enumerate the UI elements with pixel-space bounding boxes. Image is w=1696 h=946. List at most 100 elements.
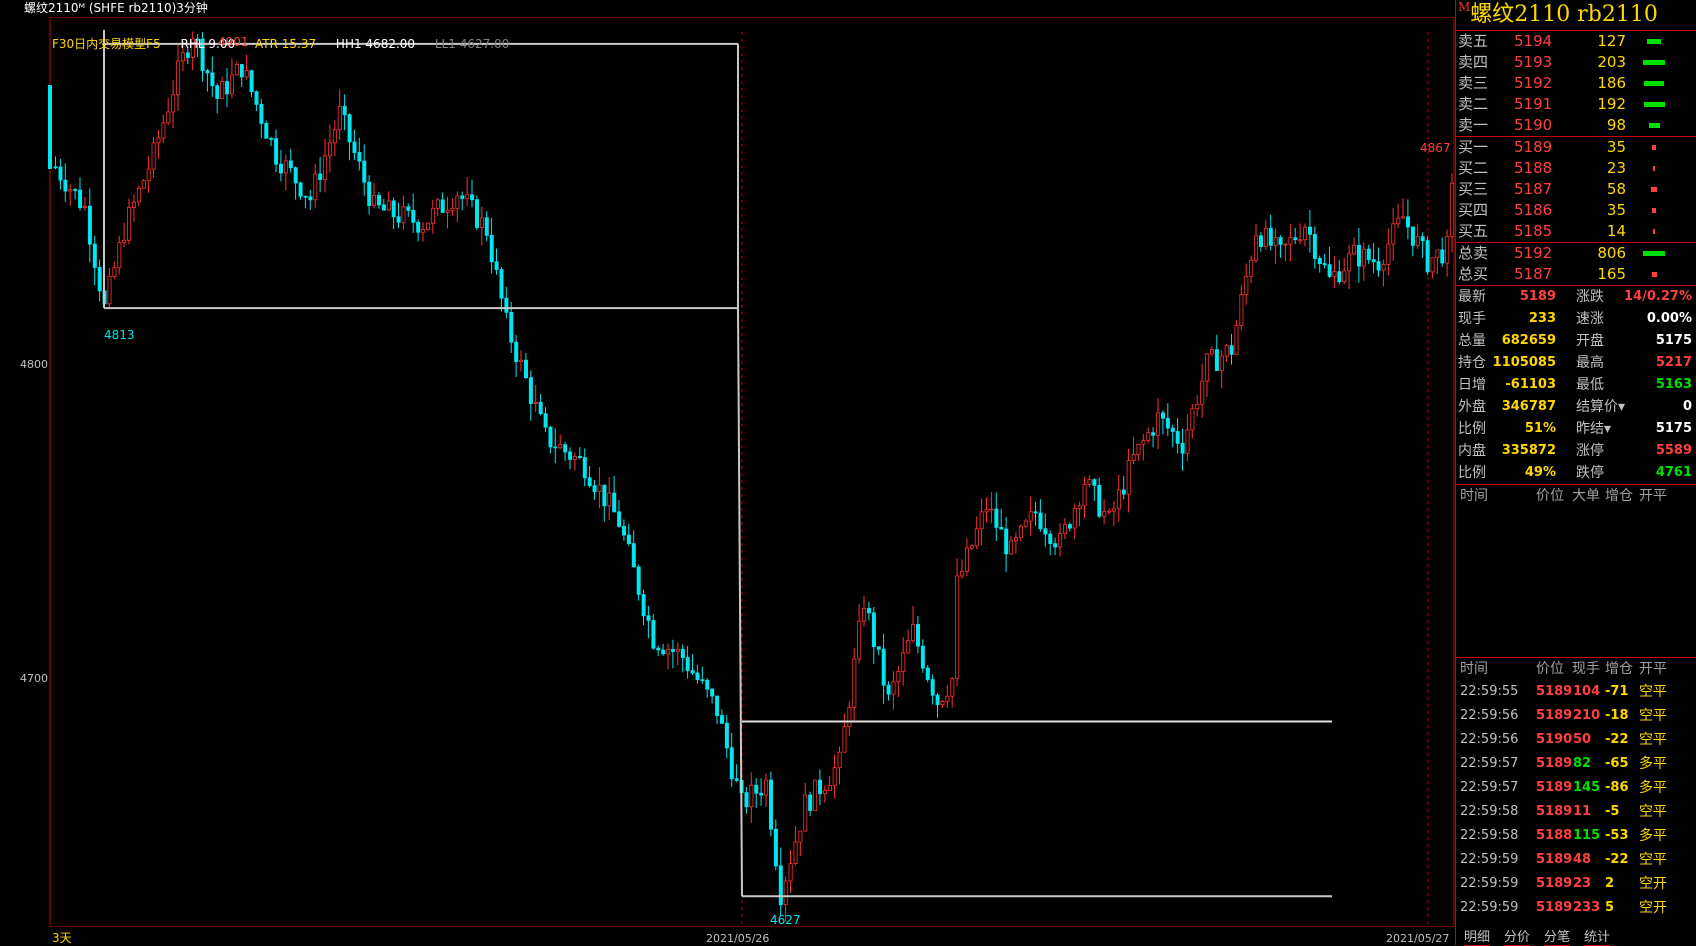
stat-label: 最新 [1458,289,1486,305]
high-annotation: 4901 [218,35,249,49]
position-bar [48,85,52,169]
candle-body [131,201,136,208]
tick-row[interactable]: 22:59:56 5189 210 -18 空平 [1456,704,1696,728]
tick-row[interactable]: 22:59:56 5190 50 -22 空平 [1456,728,1696,752]
order-book-row[interactable]: 买二 5188 23 [1456,158,1696,179]
tick-type: 多平 [1639,828,1667,844]
order-book-row[interactable]: 卖四 5193 203 [1456,52,1696,73]
tick-row[interactable]: 22:59:59 5189 48 -22 空平 [1456,848,1696,872]
volume-bar [1647,39,1661,44]
tick-row[interactable]: 22:59:58 5188 115 -53 多平 [1456,824,1696,848]
candle-body [1415,236,1420,246]
candle-body [960,570,965,577]
column-header: 增仓 [1605,661,1633,677]
candle-body [327,142,332,157]
tick-row[interactable]: 22:59:58 5189 11 -5 空平 [1456,800,1696,824]
panel-tab[interactable]: 分笔 [1544,926,1571,946]
candle-body [58,166,63,181]
panel-tab[interactable]: 明细 [1464,926,1491,946]
candle-body [225,81,230,95]
tick-row[interactable]: 22:59:59 5189 233 5 空开 [1456,896,1696,920]
atr-value: ATR 15.37 [254,37,317,51]
candle-body [1268,227,1273,246]
order-book-row[interactable]: 卖二 5191 192 [1456,94,1696,115]
tick-chg: -65 [1605,756,1629,771]
big-order-list[interactable] [1456,507,1696,657]
candle-body [1136,443,1141,455]
candle-body [1440,249,1445,264]
panel-tab[interactable]: 分价 [1504,926,1531,946]
candle-body [1244,275,1249,295]
candle-body [916,623,921,647]
candle-body [1165,417,1170,429]
candle-body [700,679,705,682]
column-header: 时间 [1460,488,1488,504]
level-price: 5187 [1514,180,1553,198]
order-book-row[interactable]: 买四 5186 35 [1456,200,1696,221]
kline-chart[interactable] [0,17,1455,927]
column-header: 开平 [1639,661,1667,677]
candle-body [1406,216,1411,228]
panel-tab[interactable]: 统计 [1584,926,1611,946]
order-book-row[interactable]: 买一 5189 35 [1456,137,1696,158]
candle-body [1097,484,1102,517]
order-book-row[interactable]: 总卖 5192 806 [1456,243,1696,264]
candle-body [372,194,377,206]
candle-body [171,94,176,113]
tick-price: 5190 [1536,732,1573,747]
candle-body [622,526,627,536]
candle-body [1190,408,1195,431]
column-header: 开平 [1639,488,1667,504]
order-book-row[interactable]: 买五 5185 14 [1456,221,1696,242]
order-book-row[interactable]: 卖一 5190 98 [1456,115,1696,136]
stat-label: 跌停 [1576,465,1604,481]
order-book-row[interactable]: 买三 5187 58 [1456,179,1696,200]
candle-body [1200,380,1205,405]
candle-body [808,794,813,811]
candle-body [283,160,288,174]
candle-body [1018,525,1023,539]
tick-row[interactable]: 22:59:59 5189 23 2 空开 [1456,872,1696,896]
model-name: F30日内交易模型F5 [52,37,161,51]
candle-body [876,646,881,650]
tick-list[interactable]: 22:59:55 5189 104 -71 空平 22:59:56 5189 210 -18 空平… [1456,680,1696,920]
stat-row: 外盘 346787 结算价▾ 0 [1456,396,1696,418]
level-label: 卖四 [1458,53,1489,71]
candle-body [1263,227,1268,247]
candle-body [1112,508,1117,512]
column-header: 大单 [1572,488,1600,504]
tick-row[interactable]: 22:59:55 5189 104 -71 空平 [1456,680,1696,704]
candle-body [1396,217,1401,225]
candle-body [288,160,293,169]
candle-body [798,830,803,843]
candle-body [440,199,445,213]
tick-type: 多平 [1639,756,1667,772]
candle-body [999,527,1004,530]
candle-body [617,511,622,527]
candle-body [1254,235,1259,261]
range-label[interactable]: 3天 [52,929,72,946]
candle-body [1224,345,1229,357]
order-book-row[interactable]: 卖三 5192 186 [1456,73,1696,94]
stat-label: 外盘 [1458,399,1486,415]
tick-time: 22:59:56 [1460,708,1519,723]
stat-label: 日增 [1458,377,1486,393]
stat-label: 速涨 [1576,311,1604,327]
order-book-row[interactable]: 卖五 5194 127 [1456,31,1696,52]
tick-row[interactable]: 22:59:57 5189 82 -65 多平 [1456,752,1696,776]
candle-body [239,63,244,78]
candle-body [117,242,122,269]
candle-body [827,784,832,791]
column-header: 价位 [1536,661,1564,677]
level-price: 5189 [1514,138,1553,156]
kline-chart-area[interactable]: F30日内交易模型F5 RHL 9.00 ATR 15.37 HH1 4682.… [0,17,1455,945]
tick-row[interactable]: 22:59:57 5189 145 -86 多平 [1456,776,1696,800]
candle-body [1210,349,1215,355]
stat-value: 0.00% [1646,311,1692,326]
stat-value: 5589 [1655,443,1692,458]
candle-body [818,779,823,795]
candle-body [210,72,215,87]
order-book-row[interactable]: 总买 5187 165 [1456,264,1696,285]
panel-tabs[interactable]: 明细 分价 分笔 统计 [1456,926,1696,946]
candle-body [533,401,538,404]
